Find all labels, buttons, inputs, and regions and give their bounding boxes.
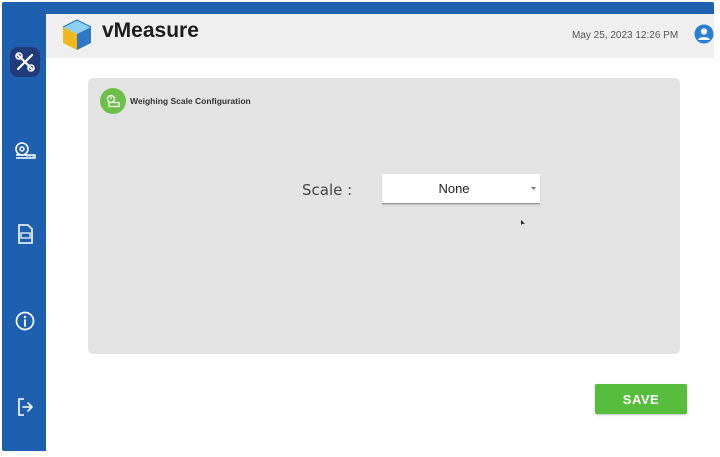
- logout-icon: [18, 398, 33, 416]
- tools-icon: [15, 52, 35, 72]
- document-icon: [18, 224, 33, 244]
- sidebar-item-info[interactable]: [10, 306, 40, 336]
- app-title: vMeasure: [102, 19, 199, 42]
- sidebar-item-measure[interactable]: [10, 135, 40, 165]
- chevron-down-icon: [531, 187, 536, 190]
- user-profile-icon[interactable]: [694, 24, 714, 44]
- sidebar: [2, 2, 46, 451]
- save-button[interactable]: SAVE: [595, 384, 687, 414]
- sidebar-item-documents[interactable]: [10, 219, 40, 249]
- vmeasure-logo-icon: [62, 19, 92, 50]
- scale-label: Scale :: [302, 181, 353, 199]
- current-datetime: May 25, 2023 12:26 PM: [572, 30, 679, 41]
- measuring-tape-icon: [15, 142, 36, 159]
- info-icon: [15, 311, 35, 331]
- weighing-scale-panel: Weighing Scale Configuration Scale : Non…: [88, 78, 680, 354]
- scale-select[interactable]: None: [382, 174, 540, 204]
- app-header: vMeasure May 25, 2023 12:26 PM: [46, 14, 714, 58]
- sidebar-item-tools[interactable]: [10, 47, 40, 77]
- mouse-cursor-icon: [521, 220, 525, 225]
- panel-title: Weighing Scale Configuration: [130, 96, 251, 106]
- main-content: vMeasure May 25, 2023 12:26 PM Weighing …: [46, 14, 714, 451]
- weighing-scale-icon: [100, 88, 126, 114]
- scale-select-value: None: [438, 181, 470, 196]
- sidebar-item-logout[interactable]: [10, 392, 40, 422]
